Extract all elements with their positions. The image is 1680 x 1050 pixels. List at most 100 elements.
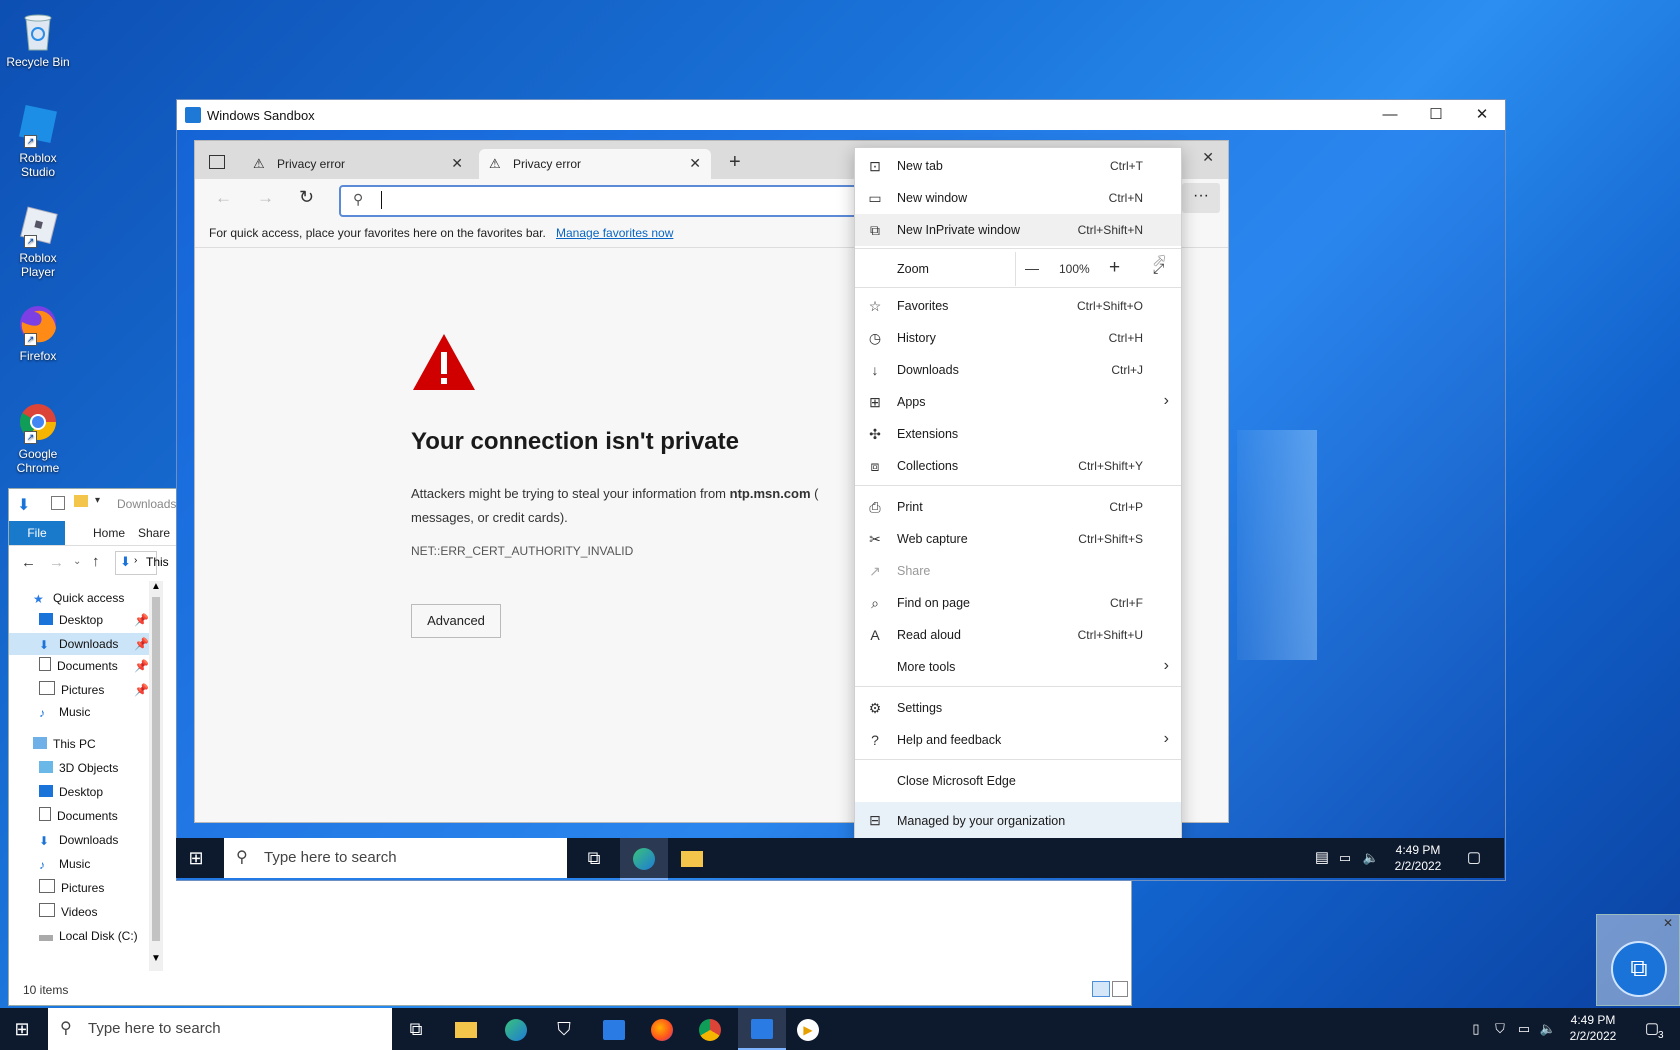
desktop-icon-roblox-player[interactable]: ↗ Roblox Player bbox=[4, 204, 72, 279]
taskbar-media-player-icon[interactable]: ▶ bbox=[788, 1009, 828, 1049]
usb-device-icon[interactable]: ▯ bbox=[1464, 1009, 1488, 1049]
menu-item-favorites[interactable]: ☆ Favorites Ctrl+Shift+O bbox=[855, 290, 1181, 322]
scroll-down-icon[interactable]: ▼ bbox=[151, 953, 161, 964]
back-arrow-icon[interactable]: ← bbox=[215, 188, 232, 208]
close-window-button[interactable]: ✕ bbox=[1202, 149, 1214, 166]
back-arrow-icon[interactable]: ← bbox=[21, 554, 36, 571]
maximize-button[interactable]: ☐ bbox=[1413, 100, 1459, 130]
minimize-button[interactable]: — bbox=[1367, 100, 1413, 130]
menu-item-web-capture[interactable]: ✂ Web capture Ctrl+Shift+S bbox=[855, 523, 1181, 555]
nav-this-pc[interactable]: This PC bbox=[33, 733, 96, 755]
desktop-icon-firefox[interactable]: ↗ Firefox bbox=[4, 302, 72, 363]
address-bar[interactable]: ⚲ bbox=[339, 185, 863, 217]
nav-3d-objects[interactable]: 3D Objects bbox=[39, 757, 118, 779]
menu-item-extensions[interactable]: ✣ Extensions bbox=[855, 418, 1181, 450]
quick-access-dropdown-icon[interactable]: ▾ bbox=[95, 495, 100, 506]
task-view-icon[interactable]: ⧉ bbox=[574, 838, 614, 878]
nav-documents[interactable]: Documents 📌 bbox=[39, 655, 149, 677]
menu-item-more-tools[interactable]: More tools › bbox=[855, 651, 1181, 683]
nav-pc-videos[interactable]: Videos bbox=[39, 901, 97, 923]
new-tab-button[interactable]: + bbox=[729, 151, 741, 174]
zoom-out-button[interactable]: — bbox=[1025, 260, 1039, 276]
refresh-icon[interactable]: ↻ bbox=[299, 187, 314, 208]
network-icon[interactable]: ▭ bbox=[1332, 838, 1358, 878]
ribbon-tab-file[interactable]: File bbox=[9, 521, 65, 545]
zoom-in-button[interactable]: + bbox=[1109, 257, 1120, 279]
taskbar-firefox-icon[interactable] bbox=[642, 1009, 682, 1049]
tab-privacy-error-1[interactable]: ⚠ Privacy error ✕ bbox=[243, 149, 473, 179]
taskbar-file-explorer-icon[interactable] bbox=[446, 1009, 486, 1049]
desktop-icon-recycle-bin[interactable]: Recycle Bin bbox=[4, 8, 72, 69]
nav-music[interactable]: ♪ Music bbox=[39, 701, 90, 723]
ribbon-tab-home[interactable]: Home bbox=[93, 521, 125, 545]
taskbar-search[interactable]: ⚲ Type here to search bbox=[48, 1008, 392, 1050]
taskbar-file-explorer-icon[interactable] bbox=[672, 838, 712, 878]
details-view-icon[interactable] bbox=[1092, 981, 1110, 997]
nav-desktop[interactable]: Desktop 📌 bbox=[39, 609, 149, 631]
volume-icon[interactable]: 🔈 bbox=[1358, 838, 1384, 878]
folder-icon[interactable] bbox=[74, 495, 88, 507]
menu-item-help-and-feedback[interactable]: ? Help and feedback › bbox=[855, 724, 1181, 756]
properties-icon[interactable] bbox=[51, 496, 65, 510]
settings-and-more-button[interactable]: ··· bbox=[1182, 183, 1220, 213]
menu-item-new-window[interactable]: ▭ New window Ctrl+N bbox=[855, 182, 1181, 214]
menu-item-print[interactable]: ⎙ Print Ctrl+P bbox=[855, 491, 1181, 523]
close-button[interactable]: ✕ bbox=[1459, 100, 1505, 130]
menu-item-new-tab[interactable]: ⊡ New tab Ctrl+T bbox=[855, 150, 1181, 182]
menu-item-collections[interactable]: ⧈ Collections Ctrl+Shift+Y bbox=[855, 450, 1181, 482]
close-connection-icon[interactable]: ✕ bbox=[1663, 916, 1673, 930]
menu-item-managed[interactable]: ⊟ Managed by your organization bbox=[855, 802, 1181, 839]
nav-quick-access[interactable]: ★ Quick access bbox=[33, 587, 124, 609]
nav-downloads[interactable]: ⬇ Downloads 📌 bbox=[9, 633, 155, 655]
menu-item-new-inprivate-window[interactable]: ⧉ New InPrivate window Ctrl+Shift+N bbox=[855, 214, 1181, 246]
desktop-icon-roblox-studio[interactable]: ↗ Roblox Studio bbox=[4, 104, 72, 179]
nav-local-disk[interactable]: Local Disk (C:) bbox=[39, 925, 138, 947]
taskbar-clock[interactable]: 4:49 PM 2/2/2022 bbox=[1390, 842, 1446, 874]
close-tab-icon[interactable]: ✕ bbox=[689, 155, 701, 172]
nav-pictures[interactable]: Pictures 📌 bbox=[39, 679, 149, 701]
nav-pc-documents[interactable]: Documents bbox=[39, 805, 118, 827]
large-icons-view-icon[interactable] bbox=[1112, 981, 1128, 997]
nav-pc-desktop[interactable]: Desktop bbox=[39, 781, 103, 803]
forward-arrow-icon[interactable]: → bbox=[49, 554, 64, 571]
taskbar-search[interactable]: ⚲ Type here to search bbox=[224, 838, 567, 878]
scroll-up-icon[interactable]: ▲ bbox=[151, 581, 161, 592]
nav-pc-downloads[interactable]: ⬇ Downloads bbox=[39, 829, 118, 851]
windows-security-shield-icon[interactable]: ⛉ bbox=[544, 1009, 584, 1049]
menu-item-find-on-page[interactable]: ⌕ Find on page Ctrl+F bbox=[855, 587, 1181, 619]
taskbar-edge-icon[interactable] bbox=[496, 1009, 536, 1049]
menu-item-apps[interactable]: ⊞ Apps › bbox=[855, 386, 1181, 418]
start-button-icon[interactable]: ⊞ bbox=[2, 1009, 42, 1049]
menu-item-history[interactable]: ◷ History Ctrl+H bbox=[855, 322, 1181, 354]
nav-pc-music[interactable]: ♪ Music bbox=[39, 853, 90, 875]
security-tray-icon[interactable]: ⛉ bbox=[1488, 1009, 1512, 1049]
menu-item-settings[interactable]: ⚙ Settings bbox=[855, 692, 1181, 724]
ribbon-tab-share[interactable]: Share bbox=[138, 521, 170, 545]
close-tab-icon[interactable]: ✕ bbox=[451, 155, 463, 172]
start-button-icon[interactable]: ⊞ bbox=[176, 838, 216, 878]
action-center-icon[interactable]: ▢ bbox=[1454, 838, 1494, 878]
network-icon[interactable]: ▭ bbox=[1512, 1009, 1536, 1049]
menu-item-close-edge[interactable]: Close Microsoft Edge bbox=[855, 765, 1181, 797]
task-view-icon[interactable]: ⧉ bbox=[396, 1009, 436, 1049]
advanced-button[interactable]: Advanced bbox=[411, 604, 501, 638]
forward-arrow-icon[interactable]: → bbox=[257, 188, 274, 208]
remote-desktop-icon[interactable]: ⧉ bbox=[1611, 941, 1667, 997]
recent-dropdown-icon[interactable]: ⌄ bbox=[73, 556, 81, 567]
desktop-icon-google-chrome[interactable]: ↗ Google Chrome bbox=[4, 400, 72, 475]
manage-favorites-link[interactable]: Manage favorites now bbox=[556, 226, 673, 240]
taskbar-sandbox-icon[interactable] bbox=[594, 1009, 634, 1049]
tab-privacy-error-2[interactable]: ⚠ Privacy error ✕ bbox=[479, 149, 711, 179]
nav-scrollbar[interactable]: ▲ ▼ bbox=[149, 581, 163, 971]
explorer-path-box[interactable]: ⬇ › This bbox=[115, 551, 169, 575]
taskbar-sandbox-active-icon[interactable] bbox=[738, 1008, 786, 1050]
menu-item-read-aloud[interactable]: A Read aloud Ctrl+Shift+U bbox=[855, 619, 1181, 651]
notification-center-icon[interactable]: ▢ bbox=[1632, 1009, 1672, 1049]
volume-icon[interactable]: 🔈 bbox=[1536, 1009, 1560, 1049]
nav-pc-pictures[interactable]: Pictures bbox=[39, 877, 104, 899]
scrollbar-thumb[interactable] bbox=[152, 597, 160, 941]
taskbar-edge-icon[interactable] bbox=[620, 838, 668, 880]
taskbar-clock[interactable]: 4:49 PM 2/2/2022 bbox=[1564, 1012, 1622, 1044]
menu-item-downloads[interactable]: ↓ Downloads Ctrl+J bbox=[855, 354, 1181, 386]
up-arrow-icon[interactable]: ↑ bbox=[92, 553, 100, 570]
